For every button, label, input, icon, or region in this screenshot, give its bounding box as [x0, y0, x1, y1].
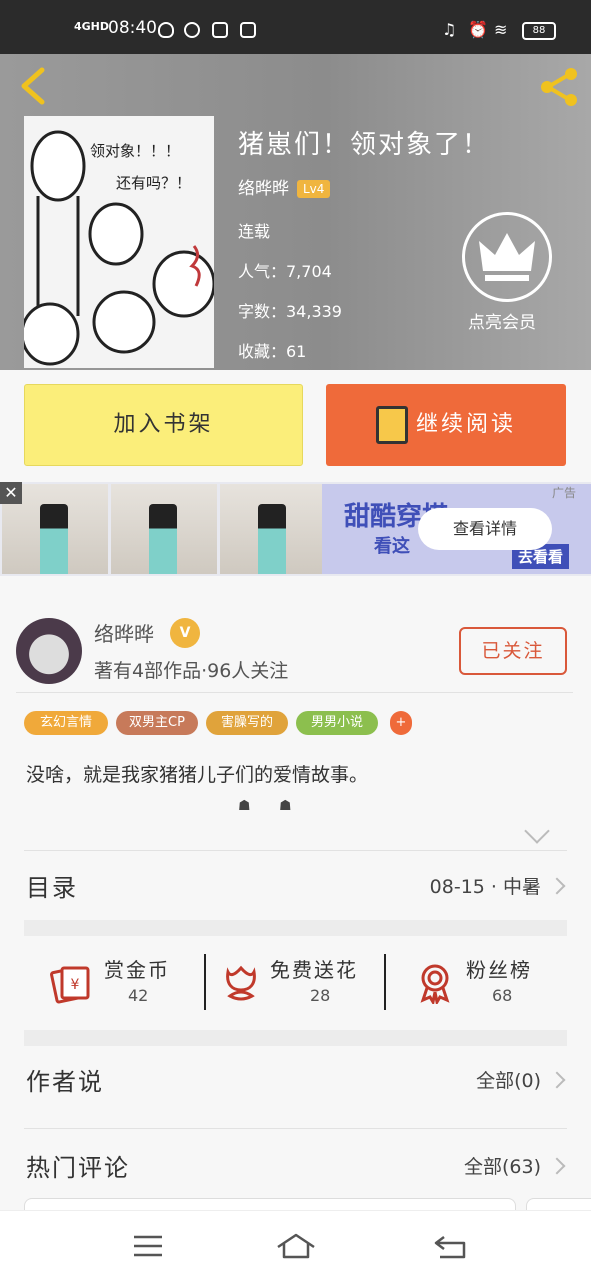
browser-icon — [184, 22, 200, 38]
ad-photo-3 — [220, 484, 326, 574]
gold-coin-icon: ¥ — [50, 966, 90, 1004]
add-to-shelf-button[interactable]: 加入书架 — [24, 384, 303, 466]
hot-comments-row[interactable]: 热门评论 全部(63) — [24, 1132, 567, 1200]
status-bar: 4GHD 08:40 ♫ ⏰ ≋ 88 — [0, 0, 591, 54]
svg-text:¥: ¥ — [71, 977, 80, 993]
toc-label: 目录 — [26, 874, 78, 902]
battery-indicator: 88 — [522, 22, 556, 40]
tag-pill[interactable]: 双男主CP — [116, 711, 198, 735]
home-icon[interactable] — [274, 1229, 318, 1263]
vip-label[interactable]: 点亮会员 — [468, 308, 536, 333]
share-icon[interactable] — [536, 64, 582, 110]
stat-flower[interactable]: 免费送花 28 — [206, 940, 384, 1028]
more-tags-button[interactable]: + — [390, 711, 412, 735]
vip-button[interactable] — [462, 212, 552, 302]
chevron-right-icon — [548, 877, 566, 895]
system-nav-bar — [0, 1210, 591, 1280]
book-popularity: 人气：7,704 — [238, 262, 332, 281]
verified-badge-icon: V — [170, 618, 200, 648]
chevron-right-icon — [548, 1157, 566, 1175]
ad-art-subtitle: 看这 — [374, 536, 410, 557]
toc-latest: 08-15 · 中暑 — [429, 876, 541, 898]
headphone-icon: ♫ — [442, 20, 457, 39]
hot-comments-link: 全部(63) — [463, 1156, 541, 1178]
flower-icon — [226, 965, 256, 1001]
status-time: 08:40 — [108, 18, 157, 38]
medal-icon — [420, 964, 450, 1004]
book-description: 没啥，就是我家猪猪儿子们的爱情故事。 — [26, 764, 369, 786]
book-favorites: 收藏：61 — [238, 342, 307, 361]
book-status: 连载 — [238, 222, 271, 241]
book-title: 猪崽们！领对象了！ — [238, 130, 491, 160]
author-says-link: 全部(0) — [476, 1070, 541, 1092]
hot-comments-label: 热门评论 — [26, 1154, 130, 1182]
section-gap — [24, 1030, 567, 1046]
cover-text-1: 领对象！！！ — [90, 142, 181, 160]
author-row[interactable]: 络晔晔 Lv4 — [238, 174, 331, 199]
stats-row: ¥ 赏金币 42 免费送花 28 粉丝榜 68 — [24, 940, 567, 1028]
level-badge: Lv4 — [297, 180, 331, 198]
section-gap — [24, 920, 567, 936]
ad-photo-2 — [111, 484, 217, 574]
author-says-label: 作者说 — [26, 1068, 104, 1096]
back-nav-icon[interactable] — [430, 1229, 470, 1263]
stat-value: 28 — [310, 986, 331, 1005]
author-card-name[interactable]: 络晔晔 — [94, 618, 154, 647]
continue-reading-label: 继续阅读 — [416, 412, 517, 437]
divider — [16, 692, 573, 693]
qq-icon — [158, 22, 174, 38]
chevron-right-icon — [548, 1071, 566, 1089]
crown-icon — [479, 233, 535, 281]
author-name[interactable]: 络晔晔 — [238, 179, 289, 199]
divider — [24, 1128, 567, 1129]
back-arrow-icon[interactable] — [14, 64, 54, 108]
follow-button[interactable]: 已关注 — [459, 627, 567, 675]
tag-pill[interactable]: 玄幻言情 — [24, 711, 108, 735]
stat-name: 赏金币 — [104, 958, 170, 982]
tag-pill[interactable]: 男男小说 — [296, 711, 378, 735]
author-says-row[interactable]: 作者说 全部(0) — [24, 1046, 567, 1114]
stat-name: 免费送花 — [270, 958, 358, 982]
book-header: 领对象！！！ 还有吗？！ 猪崽们！领对象了！ 络晔晔 Lv4 连载 人气：7,70… — [0, 54, 591, 370]
signal-label: 4GHD — [74, 20, 110, 33]
ad-tag: 广告 — [552, 486, 577, 500]
alarm-icon: ⏰ — [468, 20, 488, 39]
author-avatar[interactable] — [16, 618, 82, 684]
stat-gold[interactable]: ¥ 赏金币 42 — [24, 940, 204, 1028]
toc-row[interactable]: 目录 08-15 · 中暑 — [24, 852, 567, 920]
stat-name: 粉丝榜 — [466, 958, 532, 982]
continue-reading-button[interactable]: 继续阅读 — [326, 384, 566, 466]
cover-text-2: 还有吗？！ — [116, 174, 192, 192]
tag-pill[interactable]: 害臊写的 — [206, 711, 288, 735]
stat-value: 68 — [492, 986, 513, 1005]
description-dots: ☗ ☗ — [238, 798, 304, 814]
stat-value: 42 — [128, 986, 149, 1005]
author-card-subtitle: 著有4部作品·96人关注 — [94, 660, 289, 682]
ad-detail-button[interactable]: 查看详情 — [418, 508, 552, 550]
menu-icon[interactable] — [128, 1229, 168, 1263]
book-word-count: 字数：34,339 — [238, 302, 342, 321]
stat-fans[interactable]: 粉丝榜 68 — [386, 940, 567, 1028]
app-icon — [212, 22, 228, 38]
notes-icon — [240, 22, 256, 38]
book-cover[interactable]: 领对象！！！ 还有吗？！ — [24, 116, 214, 368]
wifi-icon: ≋ — [494, 20, 508, 39]
divider — [24, 850, 567, 851]
ad-close-icon[interactable]: ✕ — [0, 482, 22, 504]
book-icon — [376, 406, 408, 444]
